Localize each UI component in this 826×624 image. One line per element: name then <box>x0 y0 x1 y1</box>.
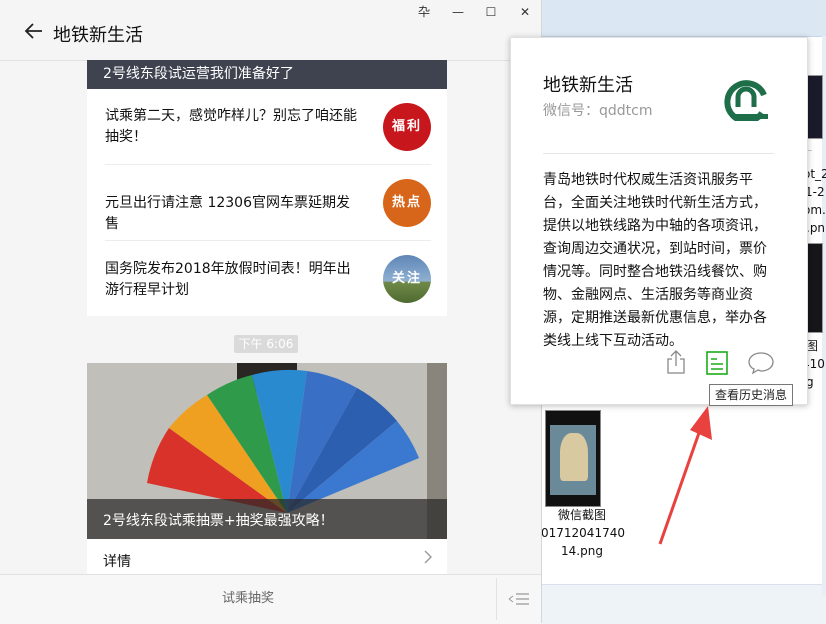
article-title: 试乘第二天，感觉咋样儿？别忘了咱还能抽奖！ <box>105 108 357 145</box>
article-title: 元旦出行请注意 12306官网车票延期发售 <box>105 195 350 232</box>
timestamp: 下午 6:06 <box>234 335 298 353</box>
close-button[interactable]: ✕ <box>515 4 535 20</box>
qingdao-metro-logo-icon <box>724 80 768 121</box>
detail-link[interactable]: 详情 <box>87 539 447 574</box>
article-item[interactable]: 试乘第二天，感觉咋样儿？别忘了咱还能抽奖！ 福利 <box>87 89 447 165</box>
article-banner[interactable]: 2号线东段试运营我们准备好了 <box>87 60 447 89</box>
article-thumbnail: 福利 <box>383 103 431 151</box>
account-description: 青岛地铁时代权威生活资讯服务平台，全面关注地铁时代新生活方式，提供以地铁线路为中… <box>543 172 767 349</box>
menu-item-trial-lottery[interactable]: 试乘抽奖 <box>0 574 496 623</box>
minimize-button[interactable]: — <box>448 4 468 20</box>
annotation-arrow-icon <box>658 406 712 545</box>
divider <box>496 578 497 620</box>
explorer-toolbar <box>541 0 826 37</box>
article-item[interactable]: 国务院发布2018年放假时间表！明年出游行程早计划 关注 <box>87 241 447 316</box>
article-thumbnail: 关注 <box>383 255 431 303</box>
back-arrow-icon[interactable] <box>24 21 44 41</box>
divider <box>543 153 774 154</box>
file-name-partial: .pn <box>806 221 826 235</box>
account-profile-card: 地铁新生活 微信号：qddtcm 青岛地铁时代权威生活资讯服务平台，全面关注地铁… <box>510 37 808 405</box>
explorer-statusbar <box>541 584 826 624</box>
chevron-right-icon <box>424 550 432 564</box>
share-icon[interactable] <box>666 349 686 375</box>
article-cover-image[interactable]: 2号线东段试乘抽票+抽奖最强攻略！ <box>87 363 447 539</box>
wechat-id: 微信号：qddtcm <box>543 103 653 119</box>
detail-label: 详情 <box>103 554 131 570</box>
window-title: 地铁新生活 <box>53 25 143 46</box>
account-name: 地铁新生活 <box>543 75 633 96</box>
keyboard-menu-icon[interactable] <box>508 591 530 607</box>
maximize-button[interactable]: ☐ <box>481 4 501 20</box>
file-thumbnail[interactable] <box>545 410 601 507</box>
history-messages-icon[interactable] <box>706 351 728 375</box>
article-item[interactable]: 元旦出行请注意 12306官网车票延期发售 热点 <box>87 165 447 241</box>
article-title: 国务院发布2018年放假时间表！明年出游行程早计划 <box>105 261 351 298</box>
cover-title: 2号线东段试乘抽票+抽奖最强攻略！ <box>103 513 334 529</box>
banner-title: 2号线东段试运营我们准备好了 <box>103 66 294 82</box>
cover-caption: 2号线东段试乘抽票+抽奖最强攻略！ <box>87 499 447 539</box>
history-tooltip: 查看历史消息 <box>709 384 793 406</box>
pin-button[interactable]: 卆 <box>414 4 434 20</box>
article-thumbnail: 热点 <box>383 179 431 227</box>
chat-bubble-icon[interactable] <box>748 351 774 375</box>
file-name[interactable]: 微信截图 01712041740 14.png <box>541 506 625 560</box>
